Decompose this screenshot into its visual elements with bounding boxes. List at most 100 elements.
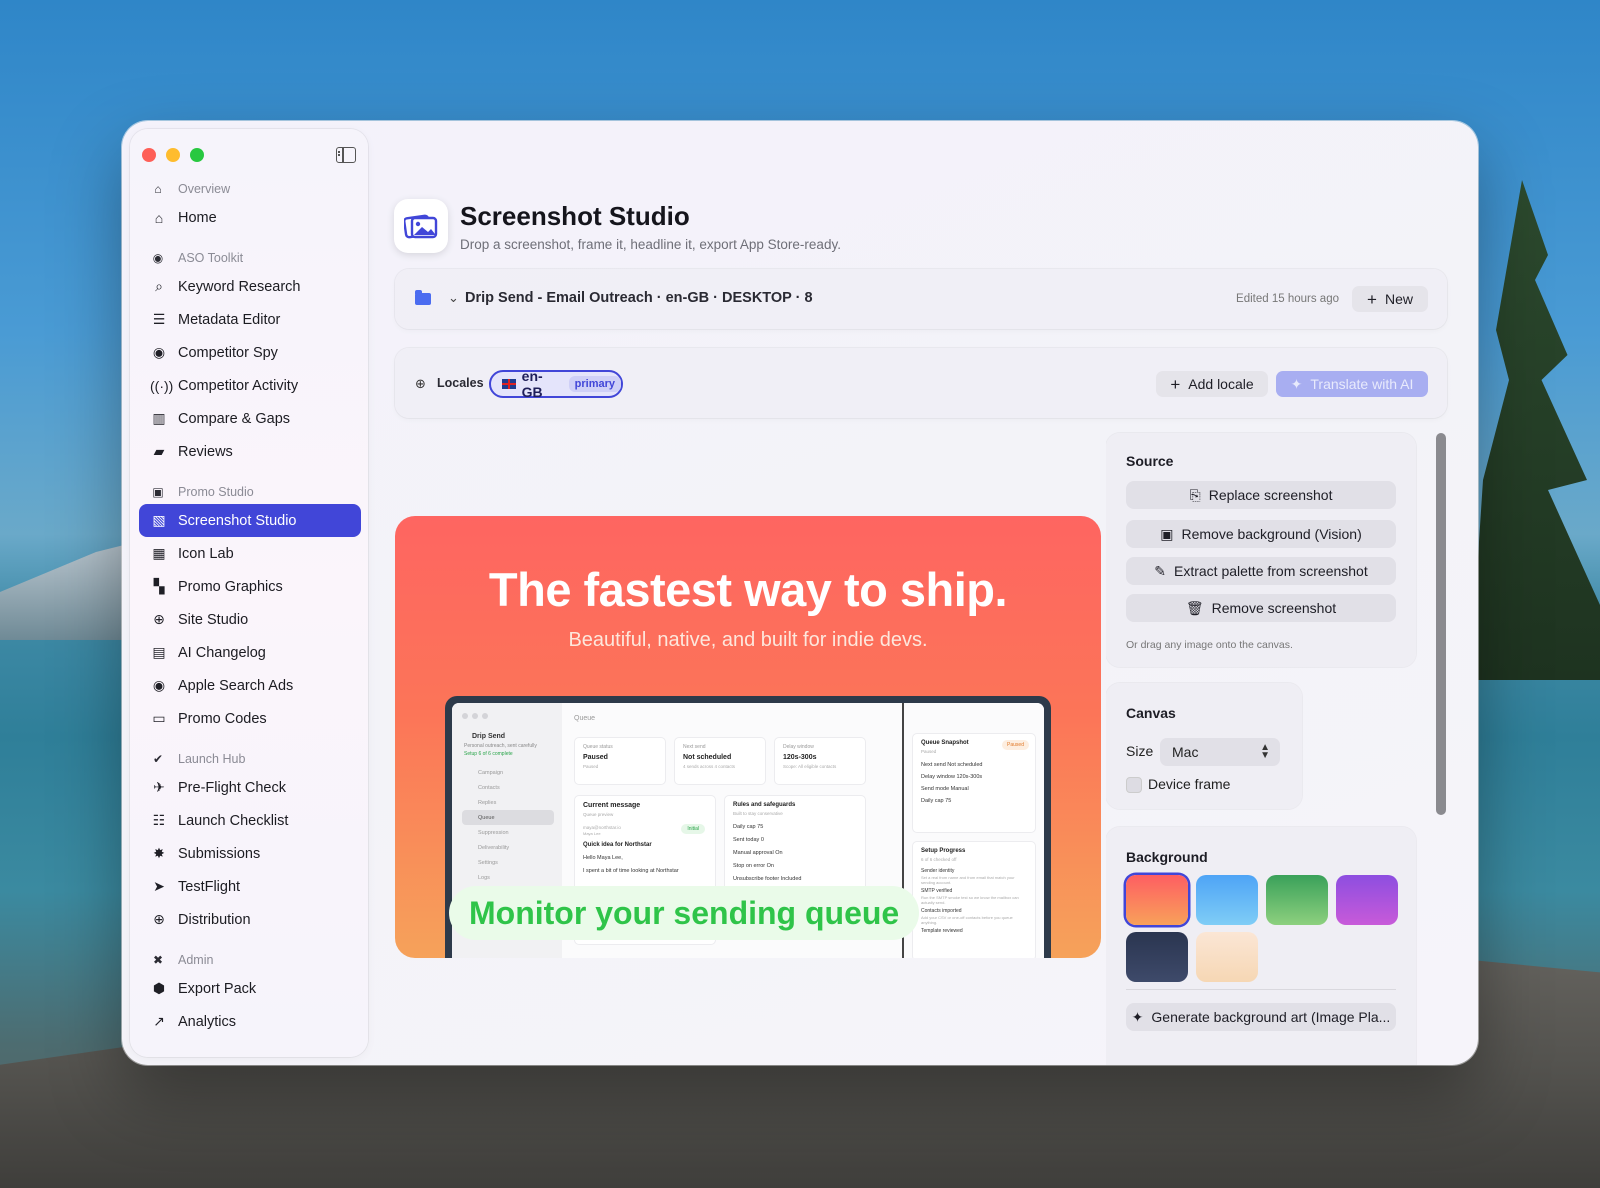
sidebar-item-label: Screenshot Studio (178, 512, 297, 529)
photos-icon: ▧ (152, 512, 166, 528)
sidebar-item-site-studio[interactable]: ⊕ Site Studio (139, 603, 361, 636)
mock-stat-key: Queue status (583, 744, 613, 750)
extract-palette-button[interactable]: ✎ Extract palette from screenshot (1126, 557, 1396, 585)
magnifier-circle-icon: ◉ (152, 251, 164, 265)
sidebar-item-distribution[interactable]: ⊕ Distribution (139, 903, 361, 936)
sidebar-toggle-icon[interactable] (336, 147, 356, 163)
replace-screenshot-button[interactable]: ⎘ Replace screenshot (1126, 481, 1396, 509)
sidebar-item-ai-changelog[interactable]: ▤ AI Changelog (139, 636, 361, 669)
sidebar-item-pre-flight-check[interactable]: ✈ Pre-Flight Check (139, 771, 361, 804)
sidebar-item-competitor-spy[interactable]: ◉ Competitor Spy (139, 336, 361, 369)
ticket-icon: ▭ (152, 710, 166, 726)
generate-background-button[interactable]: ✦ Generate background art (Image Pla... (1126, 1003, 1396, 1031)
mock-text: Set a real from name and from email that… (921, 875, 1015, 885)
size-label: Size (1126, 743, 1154, 759)
airplane-circle-icon: ✈ (153, 779, 165, 795)
sidebar-item-apple-search-ads[interactable]: ◉ Apple Search Ads (139, 669, 361, 702)
sidebar-item-metadata-editor[interactable]: ☰ Metadata Editor (139, 303, 361, 336)
mock-stat-value: 120s-300s (783, 754, 817, 761)
swatch-sky-blue[interactable] (1196, 875, 1258, 925)
paperplane-circle-icon: ➤ (153, 878, 165, 894)
locale-chip-en-gb[interactable]: en-GB primary (489, 368, 623, 400)
mock-stat-sub: Scope: All eligible contacts (783, 764, 837, 769)
sidebar-item-screenshot-studio[interactable]: ▧ Screenshot Studio (139, 504, 361, 537)
edited-timestamp: Edited 15 hours ago (1236, 293, 1339, 305)
sidebar-nav: ⌂ Overview ⌂ Home ◉ ASO Toolkit ⌕ Keyword Re… (139, 179, 361, 1038)
sidebar-item-label: Reviews (178, 443, 233, 460)
checkmark-circle-icon: ✔ (152, 752, 164, 766)
mock-nav-item: Settings (478, 859, 498, 866)
section-label: ASO Toolkit (178, 251, 244, 265)
mock-window-controls (462, 713, 488, 719)
canvas-headline[interactable]: The fastest way to ship. (395, 562, 1101, 617)
zoom-window-button[interactable] (190, 148, 204, 162)
mock-nav-item: Campaign (478, 769, 504, 776)
app-window: ⌂ Overview ⌂ Home ◉ ASO Toolkit ⌕ Keyword Re… (122, 121, 1478, 1065)
remove-background-button[interactable]: ▣ Remove background (Vision) (1126, 520, 1396, 548)
eyedropper-icon: ✎ (1154, 562, 1166, 579)
device-frame-checkbox[interactable] (1126, 777, 1142, 793)
mock-text: Queue preview (583, 812, 614, 817)
new-project-button[interactable]: + New (1352, 286, 1428, 312)
swatch-coral-orange[interactable] (1126, 875, 1188, 925)
canvas-subheadline[interactable]: Beautiful, native, and built for indie d… (395, 629, 1101, 652)
sidebar-item-submissions[interactable]: ✸ Submissions (139, 837, 361, 870)
sidebar-item-launch-checklist[interactable]: ☷ Launch Checklist (139, 804, 361, 837)
sidebar-item-label: TestFlight (178, 878, 241, 895)
mock-header: Queue (574, 715, 596, 722)
sidebar-item-promo-codes[interactable]: ▭ Promo Codes (139, 702, 361, 735)
sidebar-item-label: Promo Codes (178, 710, 267, 727)
sidebar-item-keyword-research[interactable]: ⌕ Keyword Research (139, 270, 361, 303)
screenshot-canvas[interactable]: The fastest way to ship. Beautiful, nati… (395, 516, 1101, 958)
sidebar-item-promo-graphics[interactable]: ▚ Promo Graphics (139, 570, 361, 603)
section-launch-hub: ✔ Launch Hub (139, 749, 361, 769)
text-lines-icon: ☰ (152, 311, 166, 327)
document-icon: ▤ (152, 644, 166, 660)
translate-label: Translate with AI (1310, 376, 1414, 392)
mock-text: SMTP verified (921, 888, 953, 894)
sidebar-item-testflight[interactable]: ➤ TestFlight (139, 870, 361, 903)
mock-stat-value: Not scheduled (683, 754, 732, 761)
inspector-scrollbar[interactable] (1436, 433, 1446, 815)
sidebar-item-compare-gaps[interactable]: ▥ Compare & Gaps (139, 402, 361, 435)
plus-icon: + (1170, 374, 1181, 394)
page-subtitle: Drop a screenshot, frame it, headline it… (460, 237, 841, 252)
chevron-down-icon[interactable]: ⌄ (448, 290, 459, 306)
mock-text: Quick idea for Northstar (583, 842, 652, 848)
sidebar-item-competitor-activity[interactable]: ((·)) Competitor Activity (139, 369, 361, 402)
swatch-green[interactable] (1266, 875, 1328, 925)
sparkles-icon: ✦ (1131, 1008, 1144, 1025)
sidebar-item-export-pack[interactable]: ⬢ Export Pack (139, 972, 361, 1005)
sidebar-item-label: Keyword Research (178, 278, 301, 295)
translate-ai-button[interactable]: ✦ Translate with AI (1276, 371, 1428, 397)
sidebar-item-analytics[interactable]: ↗ Analytics (139, 1005, 361, 1038)
person-frame-icon: ▣ (1160, 525, 1174, 542)
swatch-navy[interactable] (1126, 932, 1188, 982)
close-window-button[interactable] (142, 148, 156, 162)
swatch-violet[interactable] (1336, 875, 1398, 925)
divider (1126, 989, 1396, 990)
caption-pill[interactable]: Monitor your sending queue (449, 886, 920, 940)
section-label: Admin (178, 953, 214, 967)
mock-text: Contacts imported (921, 908, 962, 914)
size-select[interactable]: Mac ▲ ▼ (1160, 738, 1280, 766)
mock-text: Send mode Manual (921, 786, 969, 792)
sidebar-item-label: AI Changelog (178, 644, 266, 661)
mock-text: I spent a bit of time looking at Northst… (583, 868, 679, 874)
sidebar-item-home[interactable]: ⌂ Home (139, 201, 361, 234)
globe-icon: ⊕ (415, 376, 426, 391)
sidebar-item-icon-lab[interactable]: ▦ Icon Lab (139, 537, 361, 570)
speech-bubbles-icon: ▰ (153, 443, 165, 459)
remove-screenshot-button[interactable]: 🗑 Remove screenshot (1126, 594, 1396, 622)
primary-badge: primary (568, 376, 621, 392)
mock-app-name: Drip Send (472, 733, 506, 740)
minimize-window-button[interactable] (166, 148, 180, 162)
section-aso-toolkit: ◉ ASO Toolkit (139, 248, 361, 268)
project-selector[interactable]: Drip Send - Email Outreach · en-GB · DES… (465, 290, 813, 306)
house-icon: ⌂ (154, 182, 162, 196)
sidebar-item-label: Promo Graphics (178, 578, 283, 595)
swatch-peach[interactable] (1196, 932, 1258, 982)
add-locale-button[interactable]: + Add locale (1156, 371, 1268, 397)
sidebar-item-reviews[interactable]: ▰ Reviews (139, 435, 361, 468)
replace-label: Replace screenshot (1208, 487, 1333, 503)
